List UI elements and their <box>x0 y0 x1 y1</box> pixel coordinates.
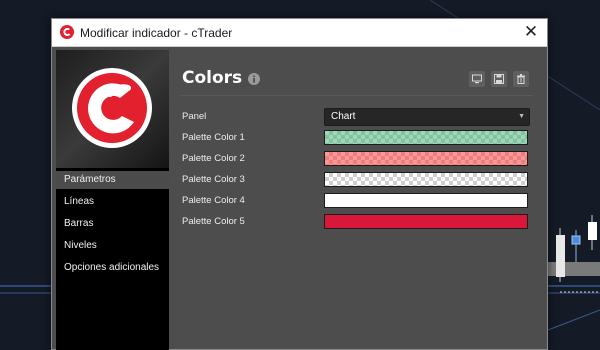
trash-icon <box>517 74 525 84</box>
monitor-icon <box>472 74 482 84</box>
header-divider <box>181 95 533 96</box>
palette-color-1-swatch[interactable] <box>324 130 528 145</box>
ctrader-logo-icon <box>60 25 74 39</box>
ctrader-logo <box>56 50 169 168</box>
parameters-panel: Colors Panel Chart ▼ Palette Color 1 Pal… <box>181 50 533 350</box>
info-icon[interactable] <box>248 73 260 85</box>
save-button[interactable] <box>491 71 507 87</box>
palette-color-2-swatch[interactable] <box>324 151 528 166</box>
palette-color-4-fill <box>325 194 527 207</box>
sidebar-nav: Parámetros Líneas Barras Niveles Opcione… <box>56 171 169 281</box>
delete-button[interactable] <box>513 71 529 87</box>
palette-color-5-fill <box>325 215 527 228</box>
page-title: Colors <box>182 68 243 88</box>
palette-color-4-label: Palette Color 4 <box>182 195 245 206</box>
palette-color-1-fill <box>325 131 527 144</box>
palette-color-5-label: Palette Color 5 <box>182 216 245 227</box>
ctrader-logo-icon <box>72 68 152 148</box>
palette-color-3-swatch[interactable] <box>324 172 528 187</box>
palette-color-5-swatch[interactable] <box>324 214 528 229</box>
sidebar-item-barras[interactable]: Barras <box>56 215 169 233</box>
monitor-button[interactable] <box>469 71 485 87</box>
panel-label: Panel <box>182 111 207 122</box>
sidebar-item-lineas[interactable]: Líneas <box>56 193 169 211</box>
modify-indicator-dialog: Modificar indicador - cTrader ✕ Parámetr… <box>51 18 548 350</box>
panel-select-value: Chart <box>331 111 356 122</box>
save-icon <box>494 74 504 84</box>
palette-color-2-fill <box>325 152 527 165</box>
palette-color-3-fill <box>325 173 527 186</box>
palette-color-2-label: Palette Color 2 <box>182 153 245 164</box>
sidebar: Parámetros Líneas Barras Niveles Opcione… <box>56 50 169 350</box>
title-bar[interactable]: Modificar indicador - cTrader ✕ <box>52 19 547 47</box>
chevron-down-icon: ▼ <box>518 113 525 120</box>
close-button[interactable]: ✕ <box>515 19 547 46</box>
palette-color-1-label: Palette Color 1 <box>182 132 245 143</box>
close-icon: ✕ <box>523 22 539 41</box>
palette-color-4-swatch[interactable] <box>324 193 528 208</box>
sidebar-item-niveles[interactable]: Niveles <box>56 237 169 255</box>
palette-color-3-label: Palette Color 3 <box>182 174 245 185</box>
sidebar-item-opciones-adicionales[interactable]: Opciones adicionales <box>56 259 169 277</box>
panel-select[interactable]: Chart ▼ <box>324 108 530 126</box>
window-title: Modificar indicador - cTrader <box>80 26 233 40</box>
sidebar-item-parametros[interactable]: Parámetros <box>56 171 169 189</box>
